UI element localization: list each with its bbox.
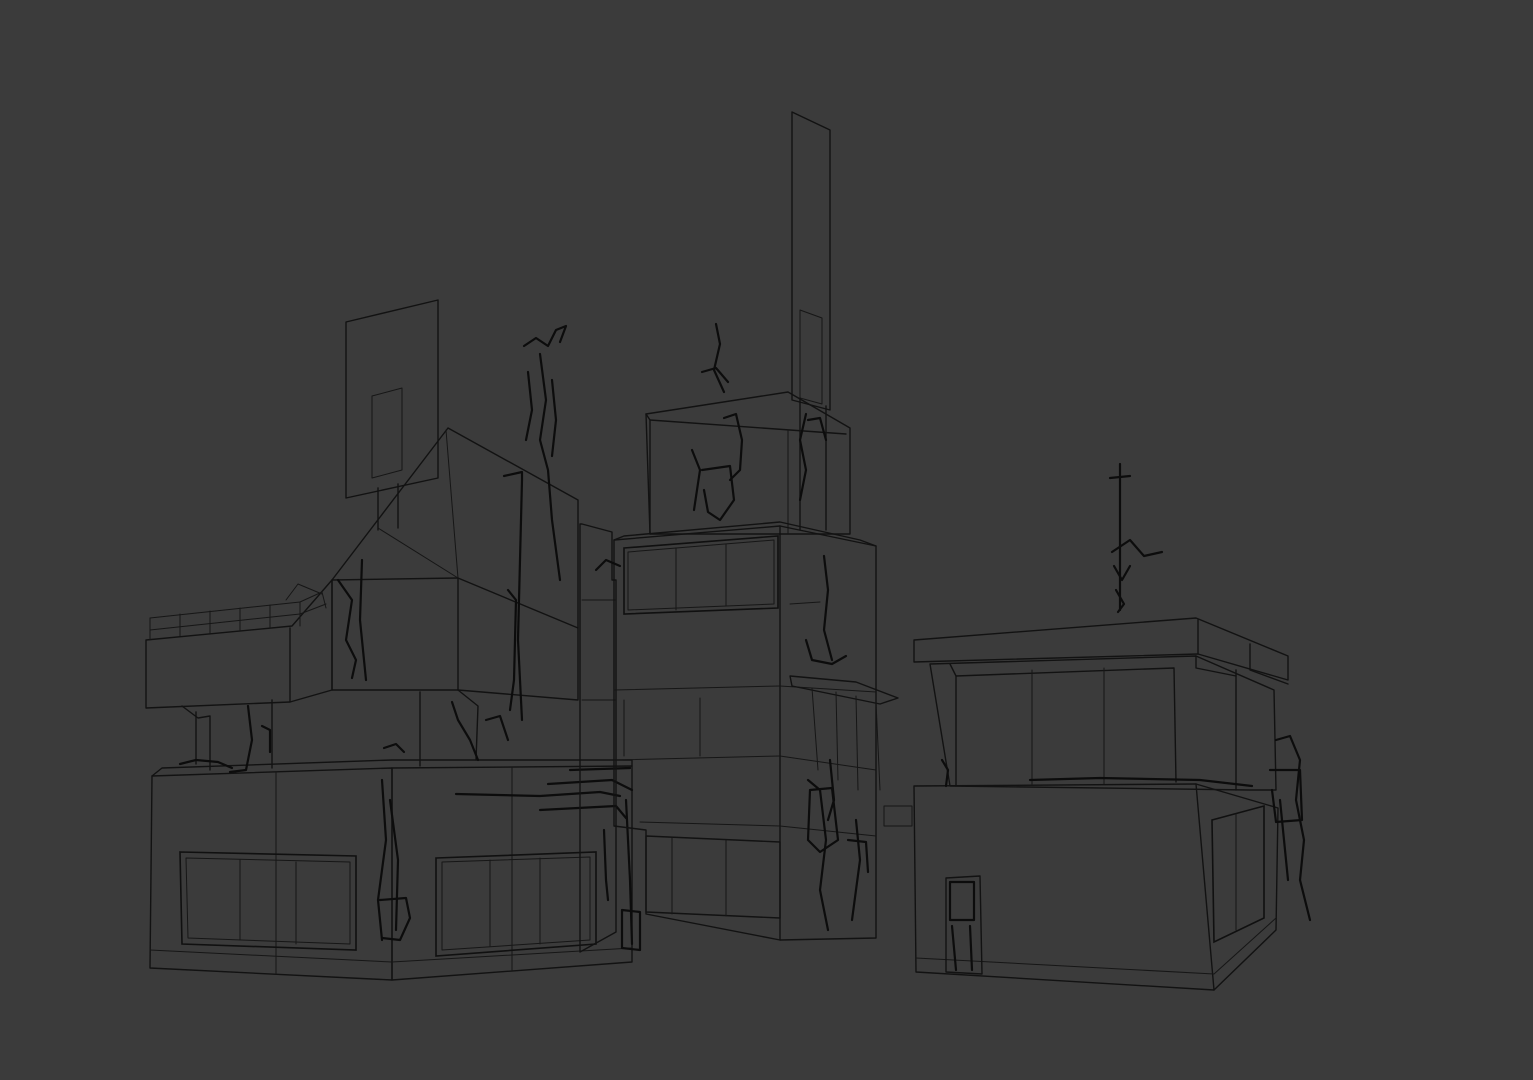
center-top-box xyxy=(645,391,851,535)
center-side-block xyxy=(579,523,617,953)
building-right[interactable] xyxy=(913,462,1312,991)
right-upper-box xyxy=(929,655,1277,791)
center-main-body xyxy=(613,521,913,941)
right-pipes-clutter xyxy=(940,734,1312,975)
right-antenna xyxy=(1108,462,1164,614)
wireframe-scene[interactable] xyxy=(0,0,1533,1080)
center-antenna-panel xyxy=(791,111,831,531)
left-middle-band xyxy=(181,689,479,771)
3d-viewport[interactable] xyxy=(0,0,1533,1080)
building-left[interactable] xyxy=(145,299,642,981)
left-lower-block xyxy=(149,759,633,981)
left-upper-tower xyxy=(331,427,579,701)
building-center[interactable] xyxy=(579,111,913,953)
right-roof xyxy=(913,617,1289,685)
left-upper-deck xyxy=(145,579,333,709)
left-pipes-clutter xyxy=(178,324,642,952)
left-billboard xyxy=(345,299,439,531)
center-awning xyxy=(789,675,899,791)
right-lower-block xyxy=(913,783,1279,991)
